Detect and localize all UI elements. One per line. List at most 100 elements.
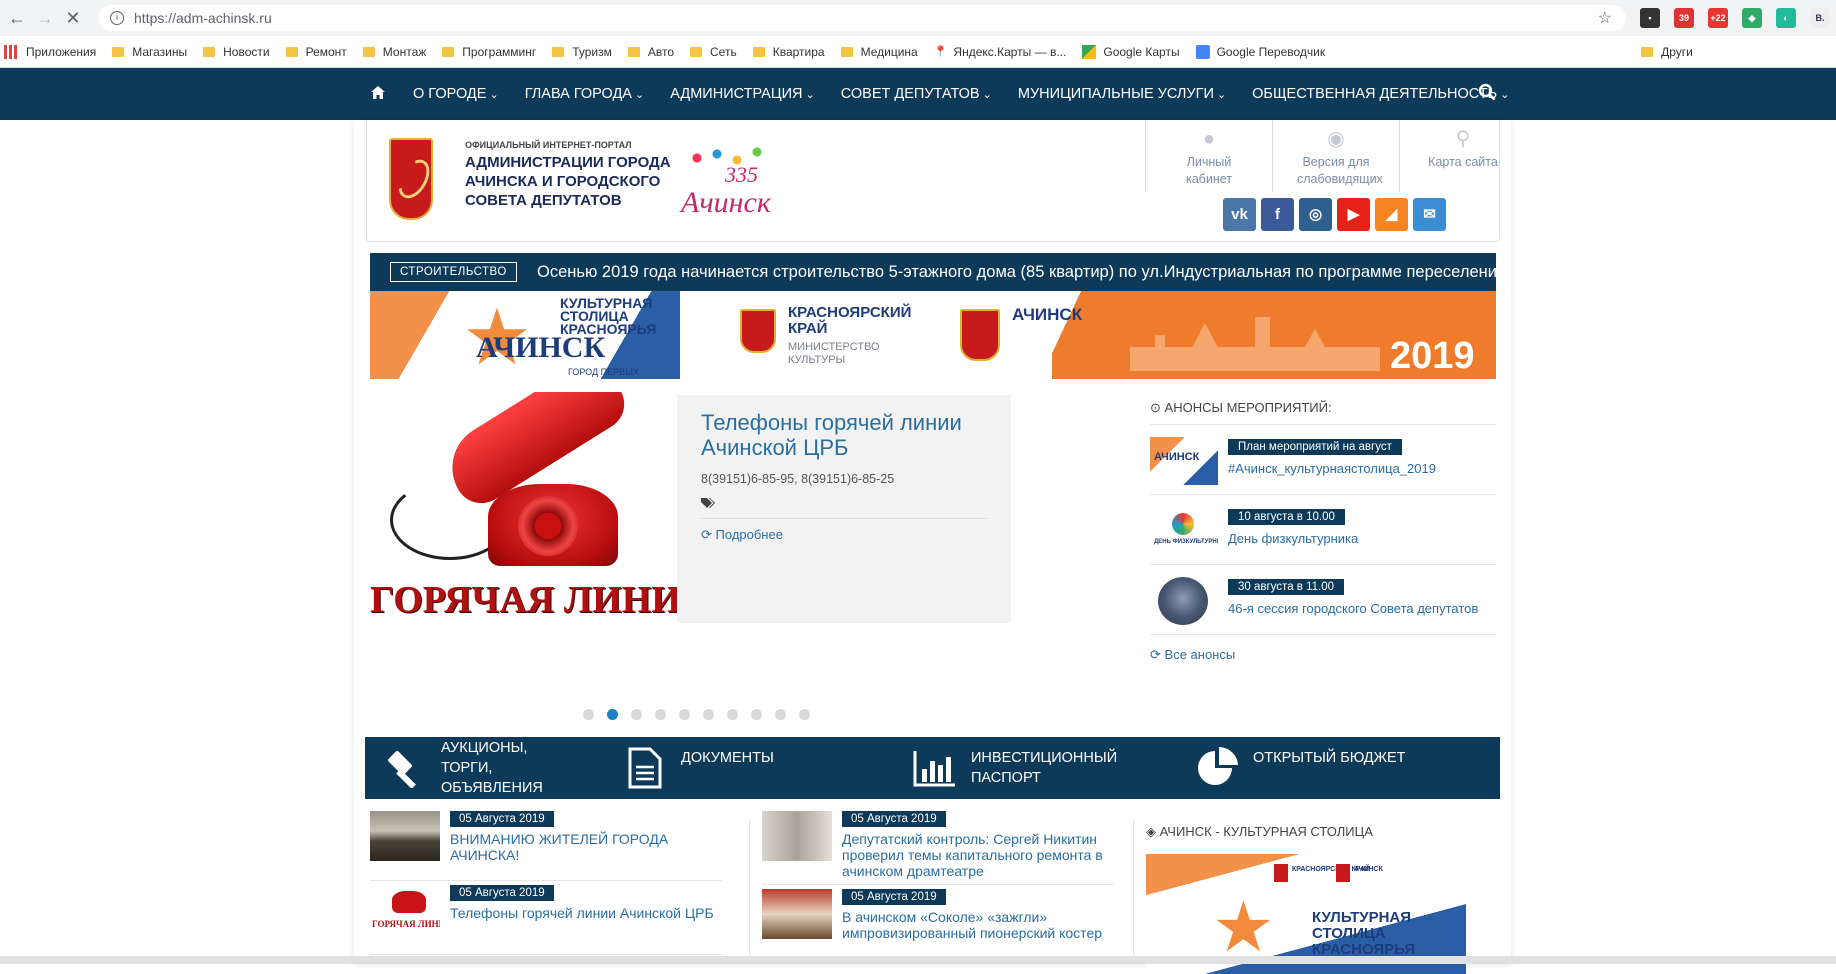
announcement-link[interactable]: #Ачинск_культурнаястолица_2019 <box>1228 461 1436 476</box>
bookmark-item[interactable]: Монтаж <box>362 44 427 59</box>
portal-title[interactable]: АДМИНИСТРАЦИИ ГОРОДА АЧИНСКА И ГОРОДСКОГ… <box>465 153 675 210</box>
extension-badge-icon[interactable]: 39 <box>1674 8 1694 28</box>
bookmark-item[interactable]: Google Карты <box>1082 44 1180 59</box>
extension-icon[interactable]: ◐ <box>1776 8 1796 28</box>
ticker-tag[interactable]: СТРОИТЕЛЬСТВО <box>390 262 517 282</box>
all-announcements-link[interactable]: ⟳ Все анонсы <box>1150 647 1496 663</box>
bookmark-item[interactable]: Ремонт <box>285 44 347 59</box>
bookmark-item[interactable]: Квартира <box>752 45 825 59</box>
nav-item[interactable]: АДМИНИСТРАЦИЯ <box>670 86 815 102</box>
quick-link-auctions[interactable]: АУКЦИОНЫ, ТОРГИ, ОБЪЯВЛЕНИЯ <box>383 737 581 799</box>
star-icon: ★ <box>1212 888 1275 966</box>
google-translate-icon <box>1195 44 1210 59</box>
quick-link-label: ИНВЕСТИЦИОННЫЙ ПАСПОРТ <box>971 750 1118 786</box>
nav-item[interactable]: О ГОРОДЕ <box>413 86 499 102</box>
address-bar[interactable]: i https://adm-achinsk.ru ☆ <box>98 5 1626 31</box>
announcement-item[interactable]: 30 августа в 11.00 46-я сессия городского… <box>1150 565 1496 635</box>
extension-icon[interactable]: ◆ <box>1742 8 1762 28</box>
email-icon[interactable]: ✉ <box>1413 198 1446 231</box>
announcement-link[interactable]: 46-я сессия городского Совета депутатов <box>1228 601 1478 616</box>
bookmark-item[interactable]: Авто <box>627 45 674 59</box>
extension-badge-icon[interactable]: +22 <box>1708 8 1728 28</box>
facebook-icon[interactable]: f <box>1261 198 1294 231</box>
bookmark-item[interactable]: Медицина <box>840 45 918 59</box>
announcement-link[interactable]: День физкультурника <box>1228 531 1358 546</box>
slide-image[interactable]: ГОРЯЧАЯ ЛИНИЯ <box>370 392 677 622</box>
bookmark-item[interactable]: Приложения <box>0 44 96 59</box>
culture-banner[interactable]: ★ КУЛЬТУРНАЯ СТОЛИЦА КРАСНОЯРЬЯ АЧИНСК Г… <box>370 291 1496 379</box>
slider-dot[interactable] <box>679 709 690 720</box>
ticker-text[interactable]: Осенью 2019 года начинается строительств… <box>537 263 1496 282</box>
slider-dot[interactable] <box>631 709 642 720</box>
nav-item[interactable]: СОВЕТ ДЕПУТАТОВ <box>841 86 992 102</box>
news-item[interactable]: ГОРЯЧАЯ ЛИНИЯ 05 Августа 2019 Телефоны г… <box>370 881 722 955</box>
bookmark-item[interactable]: Магазины <box>112 45 187 59</box>
bookmark-item[interactable]: Google Переводчик <box>1195 44 1325 59</box>
quick-link-invest[interactable]: ИНВЕСТИЦИОННЫЙ ПАСПОРТ <box>913 737 1121 799</box>
slider-dot[interactable] <box>655 709 666 720</box>
slide-more-link[interactable]: ⟳ Подробнее <box>701 527 987 543</box>
extension-icon[interactable]: ▪ <box>1640 8 1660 28</box>
announcement-thumbnail: АЧИНСК <box>1150 437 1218 485</box>
news-title[interactable]: Телефоны горячей линии Ачинской ЦРБ <box>450 905 722 921</box>
header-tool[interactable]: ◉ Версия для слабовидящих <box>1272 120 1399 192</box>
announcement-thumb-text: АЧИНСК <box>1154 451 1200 463</box>
slider-dot[interactable] <box>775 709 786 720</box>
news-column-right: 05 Августа 2019 Депутатский контроль: Се… <box>762 807 1114 959</box>
search-icon[interactable] <box>1478 83 1496 101</box>
anniversary-number: 335 <box>725 162 758 187</box>
stop-loading-icon[interactable]: ✕ <box>62 7 84 29</box>
nav-menu: О ГОРОДЕ ГЛАВА ГОРОДА АДМИНИСТРАЦИЯ СОВЕТ Д… <box>413 68 1535 120</box>
slider-dot[interactable] <box>583 709 594 720</box>
bookmark-item[interactable]: 📍 Яндекс.Карты — в... <box>934 45 1067 59</box>
forward-icon[interactable]: → <box>34 7 56 29</box>
instagram-icon[interactable]: ◎ <box>1299 198 1332 231</box>
city-emblem-icon[interactable] <box>389 138 433 220</box>
slider-dot[interactable] <box>607 709 618 720</box>
news-item[interactable]: 05 Августа 2019 В ачинском «Соколе» «заж… <box>762 885 1114 959</box>
eye-slash-icon: ◉ <box>1327 128 1345 150</box>
header-tool[interactable]: ● Личный кабинет <box>1145 120 1272 192</box>
bookmark-label: Монтаж <box>382 44 427 59</box>
quick-link-label: ОТКРЫТЫЙ БЮДЖЕТ <box>1253 750 1406 766</box>
announcement-badge: 30 августа в 11.00 <box>1228 579 1345 595</box>
nav-item[interactable]: МУНИЦИПАЛЬНЫЕ УСЛУГИ <box>1018 86 1226 102</box>
news-item[interactable]: 05 Августа 2019 Депутатский контроль: Се… <box>762 807 1114 885</box>
page-container: ОФИЦИАЛЬНЫЙ ИНТЕРНЕТ-ПОРТАЛ АДМИНИСТРАЦИ… <box>354 120 1511 974</box>
bookmark-item[interactable]: Туризм <box>552 45 612 59</box>
bookmark-label: Ремонт <box>305 44 347 59</box>
home-icon[interactable] <box>370 85 386 105</box>
browser-scrollbar[interactable] <box>0 956 1836 964</box>
news-title[interactable]: Депутатский контроль: Сергей Никитин про… <box>842 831 1114 879</box>
nav-item[interactable]: ОБЩЕСТВЕННАЯ ДЕЯТЕЛЬНОСТЬ <box>1252 86 1509 102</box>
anniversary-logo: 335 Ачинск <box>665 142 780 222</box>
news-title[interactable]: ВНИМАНИЮ ЖИТЕЛЕЙ ГОРОДА АЧИНСКА! <box>450 831 722 863</box>
back-icon[interactable]: ← <box>6 7 28 29</box>
news-item[interactable]: 05 Августа 2019 ВНИМАНИЮ ЖИТЕЛЕЙ ГОРОДА … <box>370 807 722 881</box>
youtube-icon[interactable]: ▶ <box>1337 198 1370 231</box>
banner-year: 2019 <box>1390 335 1475 377</box>
all-announcements-label: Все анонсы <box>1164 647 1236 662</box>
rss-icon[interactable]: ◢ <box>1375 198 1408 231</box>
slider-dot[interactable] <box>703 709 714 720</box>
bookmark-star-icon[interactable]: ☆ <box>1598 8 1612 28</box>
quick-link-budget[interactable]: ОТКРЫТЫЙ БЮДЖЕТ <box>1195 737 1406 799</box>
extension-icon[interactable]: B. <box>1810 8 1830 28</box>
slide-title[interactable]: Телефоны горячей линии Ачинской ЦРБ <box>701 410 987 460</box>
column-divider <box>1133 820 1134 964</box>
site-info-icon[interactable]: i <box>110 11 124 25</box>
header-tool[interactable]: ⚲ Карта сайта <box>1399 120 1526 192</box>
vk-icon[interactable]: vk <box>1223 198 1256 231</box>
slider-dot[interactable] <box>751 709 762 720</box>
bookmark-item[interactable]: Други <box>1641 45 1693 59</box>
news-title[interactable]: В ачинском «Соколе» «зажгли» импровизиро… <box>842 909 1114 941</box>
slider-dot[interactable] <box>799 709 810 720</box>
nav-item[interactable]: ГЛАВА ГОРОДА <box>525 86 645 102</box>
bookmark-item[interactable]: Программинг <box>442 45 536 59</box>
bookmark-item[interactable]: Сеть <box>690 45 737 59</box>
announcement-item[interactable]: АЧИНСК План мероприятий на август #Ачинск_… <box>1150 425 1496 495</box>
bookmark-item[interactable]: Новости <box>203 45 270 59</box>
slider-dot[interactable] <box>727 709 738 720</box>
quick-link-documents[interactable]: ДОКУМЕНТЫ <box>623 737 774 799</box>
announcement-item[interactable]: ДЕНЬ ФИЗКУЛЬТУРНИКА 10 августа в 10.00 Ден… <box>1150 495 1496 565</box>
